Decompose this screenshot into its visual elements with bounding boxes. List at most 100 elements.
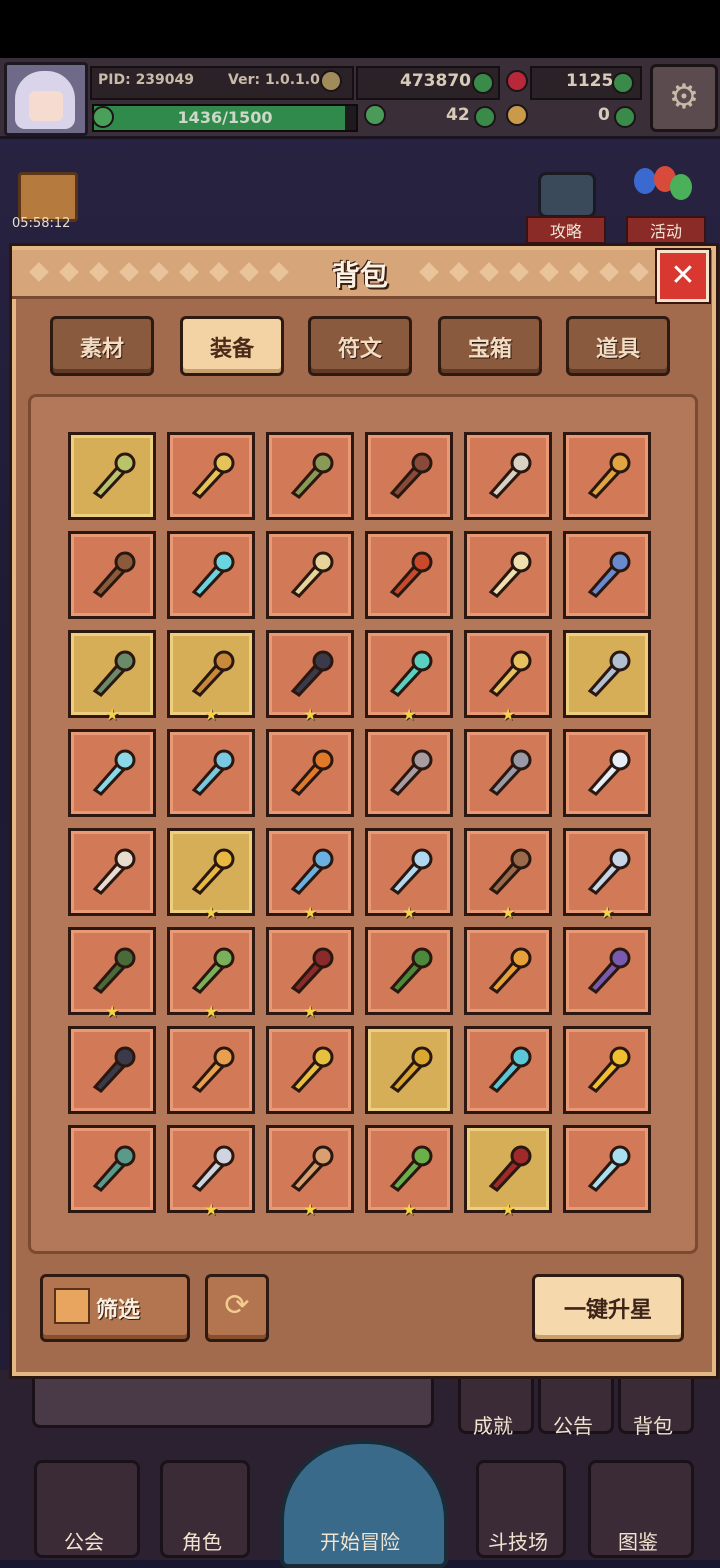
panel-title: 背包	[331, 259, 388, 292]
item-slot[interactable]	[365, 531, 453, 619]
item-slot[interactable]: ★	[167, 1125, 255, 1218]
item-slot[interactable]	[167, 531, 255, 619]
item-slot[interactable]	[563, 1026, 651, 1114]
item-slot[interactable]: ★	[464, 1125, 552, 1218]
codex-label: 图鉴	[618, 1530, 658, 1554]
grid-filter-icon	[54, 1288, 90, 1324]
star-icon: ★	[402, 705, 417, 724]
item-slot[interactable]	[68, 729, 156, 817]
blue-sword-icon	[578, 546, 636, 604]
item-slot[interactable]: ★	[563, 828, 651, 921]
item-slot[interactable]: ★	[266, 630, 354, 723]
item-slot[interactable]	[365, 927, 453, 1015]
refresh-button[interactable]: ⟳	[205, 1274, 269, 1342]
tab-0[interactable]: 素材	[50, 316, 154, 376]
spear-icon	[182, 645, 240, 703]
crystal-crown-icon	[380, 843, 438, 901]
gold-value: 473870	[400, 71, 471, 91]
add-key-icon[interactable]	[614, 106, 636, 128]
item-slot[interactable]	[68, 432, 156, 520]
star-icon: ★	[204, 903, 219, 922]
tab-1[interactable]: 装备	[180, 316, 284, 376]
item-slot[interactable]	[68, 828, 156, 916]
item-slot[interactable]	[563, 729, 651, 817]
item-slot[interactable]	[167, 1026, 255, 1114]
item-slot[interactable]	[266, 1026, 354, 1114]
item-slot[interactable]	[68, 531, 156, 619]
achievements-label: 成就	[473, 1414, 513, 1438]
upgrade-all-stars-label: 一键升星	[563, 1298, 652, 1323]
gem-icon	[506, 70, 528, 92]
item-slot[interactable]	[563, 531, 651, 619]
tab-4[interactable]: 道具	[566, 316, 670, 376]
item-slot[interactable]	[464, 729, 552, 817]
gift-timer: 05:58:12	[12, 216, 71, 231]
item-slot[interactable]	[563, 432, 651, 520]
event-label: 活动	[626, 216, 706, 244]
gear-icon: ⚙	[668, 77, 700, 117]
item-slot[interactable]	[266, 531, 354, 619]
item-slot[interactable]: ★	[266, 828, 354, 921]
pearl-icon	[578, 744, 636, 802]
coin-slot-icon	[320, 70, 342, 92]
refresh-icon: ⟳	[224, 1288, 250, 1323]
tab-3[interactable]: 宝箱	[438, 316, 542, 376]
item-slot[interactable]: ★	[68, 630, 156, 723]
item-slot[interactable]	[68, 1026, 156, 1114]
upgrade-all-stars-button[interactable]: 一键升星	[532, 1274, 684, 1342]
item-slot[interactable]	[365, 729, 453, 817]
clover-value: 42	[446, 105, 470, 125]
arrow-icon	[479, 744, 537, 802]
tab-label: 符文	[337, 337, 382, 362]
sword-icon	[281, 546, 339, 604]
star-icon: ★	[303, 1200, 318, 1219]
item-slot[interactable]: ★	[266, 927, 354, 1020]
orb-icon	[83, 645, 141, 703]
bag-label: 背包	[633, 1414, 673, 1438]
item-slot[interactable]	[464, 1026, 552, 1114]
item-slot[interactable]: ★	[266, 1125, 354, 1218]
item-slot[interactable]: ★	[464, 828, 552, 921]
ice-helm-icon	[281, 843, 339, 901]
item-slot[interactable]	[266, 729, 354, 817]
fire-sword-icon	[380, 546, 438, 604]
hood-icon	[83, 942, 141, 1000]
star-icon: ★	[402, 1200, 417, 1219]
item-slot[interactable]	[266, 432, 354, 520]
add-gold-icon[interactable]	[472, 72, 494, 94]
item-slot[interactable]: ★	[167, 927, 255, 1020]
item-slot[interactable]: ★	[365, 1125, 453, 1218]
item-slot[interactable]: ★	[464, 630, 552, 723]
item-slot[interactable]	[563, 1125, 651, 1213]
item-slot[interactable]	[464, 432, 552, 520]
item-slot[interactable]	[464, 927, 552, 1015]
item-slot[interactable]: ★	[365, 630, 453, 723]
item-slot[interactable]	[563, 630, 651, 718]
purple-helm-icon	[578, 942, 636, 1000]
item-slot[interactable]	[167, 432, 255, 520]
item-slot[interactable]	[68, 1125, 156, 1213]
item-slot[interactable]	[365, 1026, 453, 1114]
item-slot[interactable]: ★	[167, 630, 255, 723]
item-slot[interactable]	[563, 927, 651, 1015]
axe-icon	[479, 447, 537, 505]
item-slot[interactable]	[464, 531, 552, 619]
star-icon: ★	[501, 705, 516, 724]
close-button[interactable]: ✕	[657, 250, 709, 302]
item-slot[interactable]: ★	[68, 927, 156, 1020]
tab-2[interactable]: 符文	[308, 316, 412, 376]
item-slot[interactable]: ★	[167, 828, 255, 921]
avatar[interactable]	[4, 62, 88, 136]
add-gem-icon[interactable]	[612, 72, 634, 94]
item-slot[interactable]	[167, 729, 255, 817]
item-slot[interactable]	[365, 432, 453, 520]
shield-icon	[479, 645, 537, 703]
crossbow-icon	[281, 447, 339, 505]
teal-armor-icon	[83, 1140, 141, 1198]
item-slot[interactable]: ★	[365, 828, 453, 921]
settings-button[interactable]: ⚙	[650, 64, 718, 132]
scepter-icon	[380, 447, 438, 505]
add-clover-icon[interactable]	[474, 106, 496, 128]
gift-chest-icon[interactable]	[18, 172, 78, 222]
guide-label: 攻略	[526, 216, 606, 244]
